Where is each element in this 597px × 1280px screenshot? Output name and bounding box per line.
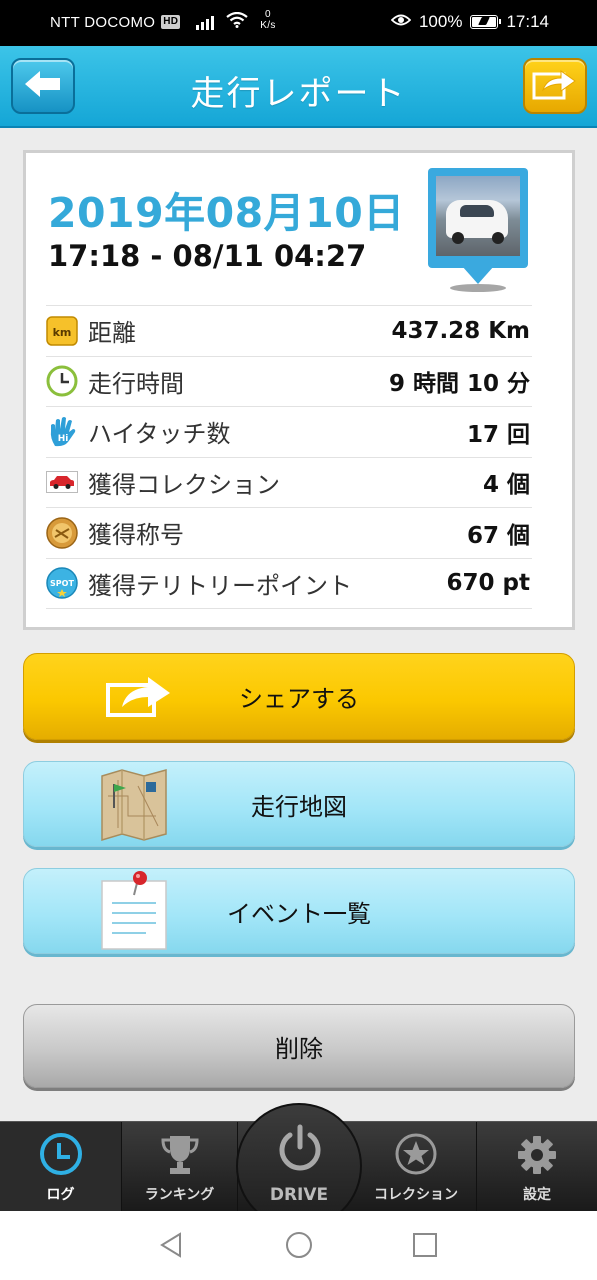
carrier-name: NTT DOCOMO: [50, 13, 156, 31]
stat-label: 距離: [88, 319, 136, 348]
tab-log[interactable]: ログ: [0, 1122, 122, 1212]
star-icon: [394, 1132, 438, 1180]
stat-row-high-touch: Hi ハイタッチ数 17 回: [46, 407, 532, 458]
report-date: 2019年08月10日: [48, 189, 405, 237]
drive-map-button[interactable]: 走行地図: [23, 761, 575, 847]
header-share-button[interactable]: [523, 58, 587, 114]
stat-label: 走行時間: [88, 369, 184, 398]
stats-list: km 距離 437.28 Km 走行時間 9 時間 10 分 Hi ハイタッチ数…: [46, 305, 532, 609]
share-arrow-icon: [531, 66, 579, 106]
km-badge-text: km: [53, 326, 72, 339]
tab-settings[interactable]: 設定: [476, 1122, 597, 1212]
stat-value: 4 個: [482, 472, 530, 499]
car-photo: [436, 176, 520, 256]
network-speed: 0 K/s: [260, 9, 275, 31]
pin-shadow: [450, 284, 506, 292]
nav-home-icon[interactable]: [285, 1231, 313, 1263]
map-icon: [98, 766, 170, 846]
km-badge-icon: km: [46, 315, 78, 347]
stat-label: 獲得称号: [88, 521, 184, 550]
stat-value: 17 回: [466, 421, 530, 448]
trophy-icon: [160, 1132, 200, 1180]
app-header: 走行レポート: [0, 46, 597, 128]
drive-map-button-label: 走行地図: [251, 792, 347, 821]
title-medal-icon: [46, 517, 78, 549]
stat-label: 獲得テリトリーポイント: [88, 571, 352, 600]
spot-badge-text: SPOT: [50, 579, 74, 588]
delete-button[interactable]: 削除: [23, 1004, 575, 1088]
stat-label: ハイタッチ数: [88, 420, 231, 449]
hd-badge: HD: [161, 15, 181, 29]
clock-time: 17:14: [506, 12, 549, 31]
network-speed-unit: K/s: [260, 20, 276, 31]
high-five-hand-icon: Hi: [46, 416, 78, 448]
stat-value: 67 個: [466, 522, 530, 549]
stat-row-drive-time: 走行時間 9 時間 10 分: [46, 357, 532, 407]
share-arrow-icon: [102, 671, 174, 723]
gear-icon: [516, 1134, 558, 1180]
log-clock-icon: [39, 1132, 83, 1180]
stat-value: 670 pt: [446, 570, 530, 597]
stat-value: 9 時間 10 分: [388, 371, 530, 398]
share-button[interactable]: シェアする: [23, 653, 575, 740]
tab-ranking[interactable]: ランキング: [122, 1122, 238, 1212]
page-title: 走行レポート: [190, 74, 407, 114]
stat-label: 獲得コレクション: [88, 470, 280, 499]
stat-value: 437.28 Km: [391, 317, 530, 344]
delete-button-label: 削除: [275, 1034, 323, 1063]
tab-ranking-label: ランキング: [144, 1187, 215, 1203]
svg-text:Hi: Hi: [58, 434, 69, 444]
system-navigation-bar: [0, 1211, 597, 1280]
event-list-button[interactable]: イベント一覧: [23, 868, 575, 954]
report-card: 2019年08月10日 17:18 - 08/11 04:27 km 距離 43…: [23, 150, 575, 630]
wifi-icon: [226, 11, 248, 32]
status-bar-left: NTT DOCOMO HD 0 K/s: [50, 9, 276, 32]
car-photo-frame: [428, 168, 528, 268]
spot-badge-icon: SPOT: [46, 567, 78, 599]
battery-percent: 100%: [418, 12, 463, 31]
stat-row-territory-points: SPOT 獲得テリトリーポイント 670 pt: [46, 559, 532, 609]
memo-pin-icon: [98, 869, 170, 957]
tab-collection-label: コレクション: [374, 1187, 458, 1203]
status-bar: NTT DOCOMO HD 0 K/s 100% 17:14: [0, 0, 597, 46]
drive-button-label: DRIVE: [269, 1185, 329, 1205]
status-bar-right: 100% 17:14: [390, 12, 549, 32]
report-time-range: 17:18 - 08/11 04:27: [48, 239, 367, 273]
tab-collection[interactable]: コレクション: [356, 1122, 476, 1212]
nav-back-icon[interactable]: [158, 1231, 184, 1263]
stat-row-distance: km 距離 437.28 Km: [46, 306, 532, 357]
signal-icon: [196, 14, 215, 30]
pin-tip: [462, 266, 494, 284]
network-speed-value: 0: [265, 9, 271, 20]
share-button-label: シェアする: [239, 685, 359, 713]
event-list-button-label: イベント一覧: [227, 899, 371, 928]
battery-icon: [470, 15, 502, 29]
clock-icon: [46, 365, 78, 397]
car-icon: [46, 466, 78, 498]
stat-row-titles: 獲得称号 67 個: [46, 508, 532, 559]
tab-log-label: ログ: [46, 1187, 75, 1203]
tab-settings-label: 設定: [523, 1187, 551, 1203]
power-icon: [276, 1123, 324, 1177]
eye-comfort-icon: [390, 12, 412, 32]
stat-row-collection: 獲得コレクション 4 個: [46, 458, 532, 508]
nav-recents-icon[interactable]: [412, 1231, 438, 1263]
car-photo-pin[interactable]: [428, 168, 528, 294]
